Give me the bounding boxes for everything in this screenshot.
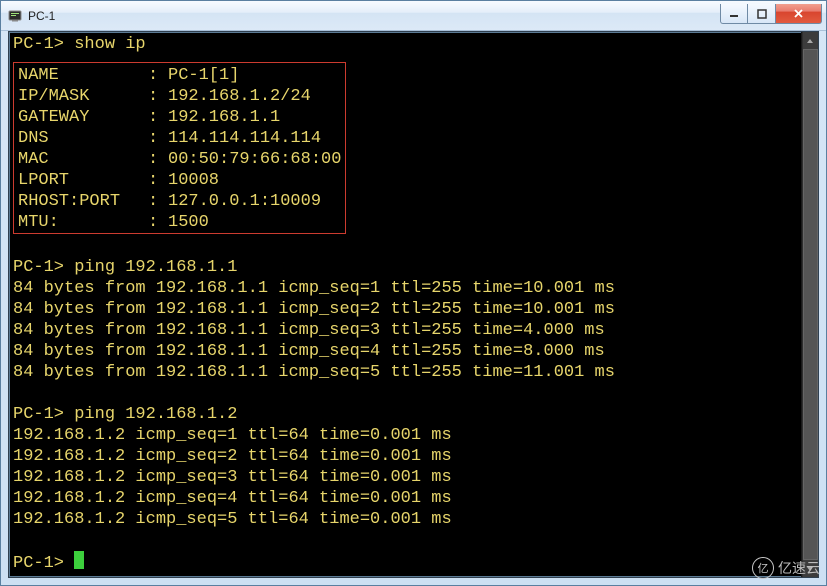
scrollbar[interactable]: [801, 32, 818, 577]
window-controls: [720, 4, 822, 24]
prompt: PC-1>: [13, 554, 64, 573]
ping-output-line: 192.168.1.2 icmp_seq=5 ttl=64 time=0.001…: [13, 510, 452, 529]
command-text: ping 192.168.1.1: [74, 258, 237, 277]
prompt: PC-1>: [13, 258, 64, 277]
terminal[interactable]: PC-1> show ip NAME:PC-1[1]IP/MASK:192.16…: [9, 32, 801, 577]
prompt: PC-1>: [13, 35, 64, 54]
minimize-button[interactable]: [720, 4, 748, 24]
ping-output-line: 192.168.1.2 icmp_seq=3 ttl=64 time=0.001…: [13, 468, 452, 487]
close-button[interactable]: [776, 4, 822, 24]
ip-row: IP/MASK:192.168.1.2/24: [18, 86, 341, 107]
ping-output-line: 84 bytes from 192.168.1.1 icmp_seq=1 ttl…: [13, 279, 615, 298]
client-area: PC-1> show ip NAME:PC-1[1]IP/MASK:192.16…: [8, 31, 819, 578]
ip-row: MTU::1500: [18, 212, 341, 233]
ping-output-line: 84 bytes from 192.168.1.1 icmp_seq=2 ttl…: [13, 300, 615, 319]
ip-row: NAME:PC-1[1]: [18, 65, 341, 86]
window-title: PC-1: [28, 9, 720, 23]
scroll-track[interactable]: [803, 49, 818, 560]
app-window: PC-1 PC-1> show ip NAME:PC-1[1]IP/MASK:1…: [0, 0, 827, 586]
ping-output-line: 84 bytes from 192.168.1.1 icmp_seq=5 ttl…: [13, 363, 615, 382]
ping-output-line: 84 bytes from 192.168.1.1 icmp_seq=3 ttl…: [13, 321, 605, 340]
ip-row: GATEWAY:192.168.1.1: [18, 107, 341, 128]
ip-row: RHOST:PORT:127.0.0.1:10009: [18, 191, 341, 212]
scroll-down-button[interactable]: [803, 560, 818, 577]
ping-output-line: 192.168.1.2 icmp_seq=2 ttl=64 time=0.001…: [13, 447, 452, 466]
ip-config-box: NAME:PC-1[1]IP/MASK:192.168.1.2/24GATEWA…: [13, 62, 346, 234]
ping-output-line: 192.168.1.2 icmp_seq=4 ttl=64 time=0.001…: [13, 489, 452, 508]
scroll-thumb[interactable]: [803, 49, 818, 560]
scroll-up-button[interactable]: [803, 32, 818, 49]
maximize-button[interactable]: [748, 4, 776, 24]
titlebar[interactable]: PC-1: [1, 1, 826, 31]
ip-row: LPORT:10008: [18, 170, 341, 191]
ip-row: MAC:00:50:79:66:68:00: [18, 149, 341, 170]
app-icon: [7, 8, 23, 24]
command-text: show ip: [74, 35, 145, 54]
command-text: ping 192.168.1.2: [74, 405, 237, 424]
ping-output-line: 192.168.1.2 icmp_seq=1 ttl=64 time=0.001…: [13, 426, 452, 445]
cursor: [74, 551, 84, 569]
ip-row: DNS:114.114.114.114: [18, 128, 341, 149]
ping-output-line: 84 bytes from 192.168.1.1 icmp_seq=4 ttl…: [13, 342, 605, 361]
prompt: PC-1>: [13, 405, 64, 424]
